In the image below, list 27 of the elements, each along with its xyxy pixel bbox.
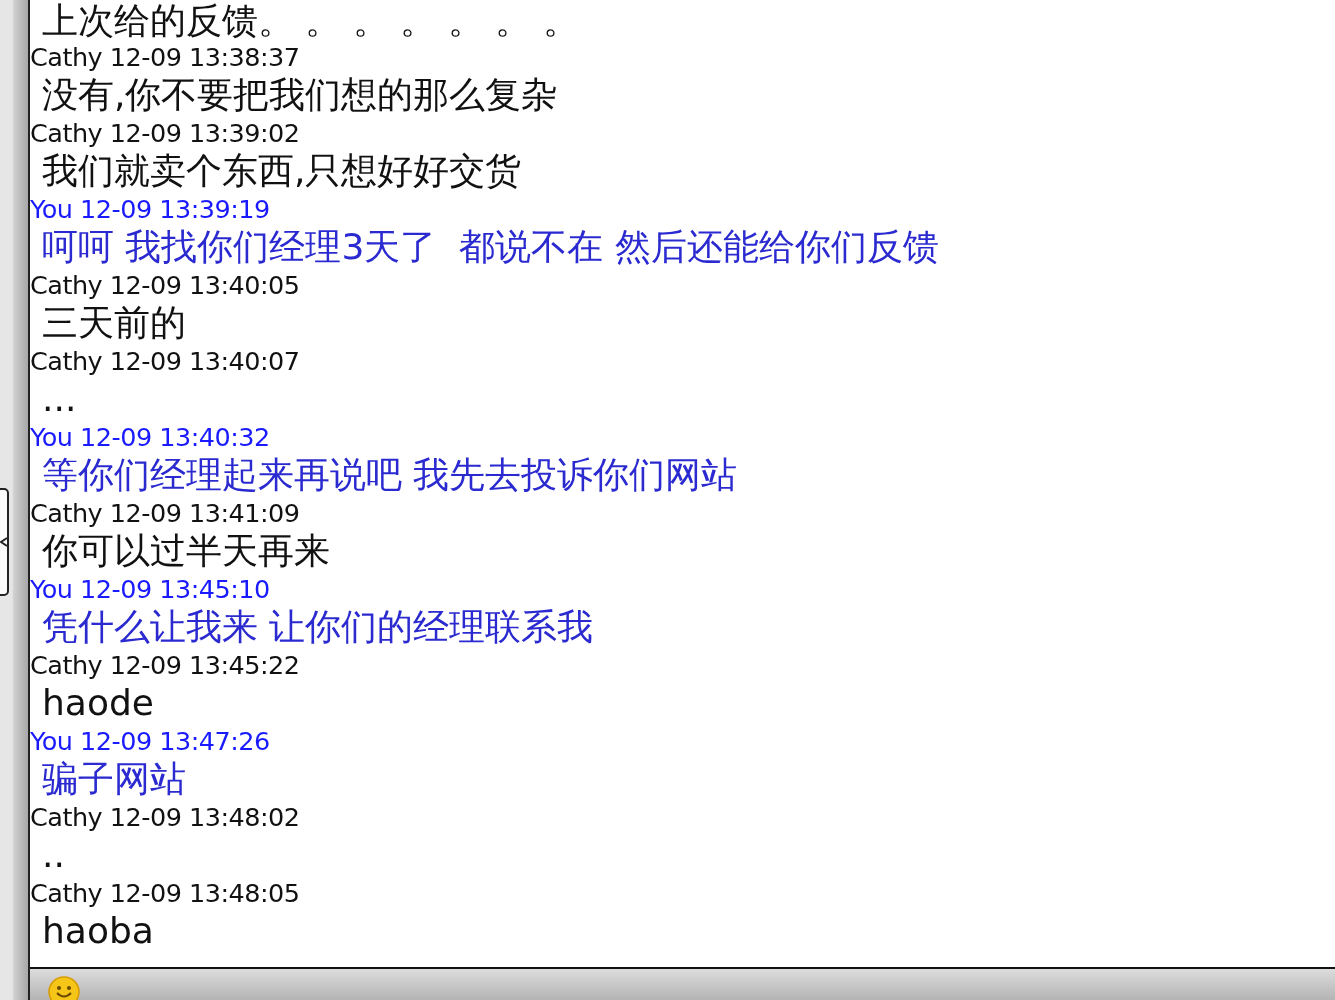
message-header: Cathy 12-09 13:48:02	[30, 802, 300, 832]
splitter-handle-icon[interactable]	[0, 488, 10, 596]
message-header: Cathy 12-09 13:41:09	[30, 498, 300, 528]
message-header: Cathy 12-09 13:45:22	[30, 650, 300, 680]
message-text: 骗子网站	[41, 757, 186, 801]
message-text: 没有,你不要把我们想的那么复杂	[41, 73, 558, 117]
message-text: haoba	[41, 909, 154, 953]
message-header: Cathy 12-09 13:39:02	[30, 118, 300, 148]
message-text: haode	[41, 681, 154, 725]
message-text: 上次给的反馈。 。 。 。 。 。 。	[41, 0, 579, 42]
message-text: 呵呵 我找你们经理3天了 都说不在 然后还能给你们反馈	[41, 225, 939, 269]
message-text: 我们就卖个东西,只想好好交货	[41, 149, 522, 193]
message-text: 三天前的	[41, 301, 186, 345]
message-text: ..	[41, 833, 65, 877]
message-header: You 12-09 13:45:10	[30, 574, 270, 604]
message-header: You 12-09 13:39:19	[30, 194, 270, 224]
message-text: 等你们经理起来再说吧 我先去投诉你们网站	[41, 453, 738, 497]
message-header: Cathy 12-09 13:48:05	[30, 878, 300, 908]
message-header: You 12-09 13:47:26	[30, 726, 270, 756]
message-text: 你可以过半天再来	[41, 529, 330, 573]
smiley-icon[interactable]	[48, 976, 80, 1000]
message-header: Cathy 12-09 13:40:07	[30, 346, 300, 376]
message-header: Cathy 12-09 13:38:37	[30, 42, 300, 72]
message-header: Cathy 12-09 13:40:05	[30, 270, 300, 300]
message-text: ...	[41, 377, 77, 421]
message-header: You 12-09 13:40:32	[30, 422, 270, 452]
message-text: 凭什么让我来 让你们的经理联系我	[41, 605, 594, 649]
